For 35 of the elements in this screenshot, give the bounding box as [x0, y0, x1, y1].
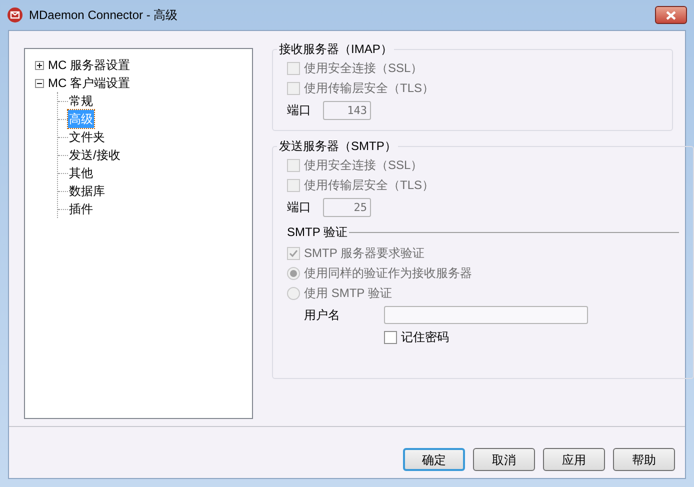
window-title: MDaemon Connector - 高级 [29, 7, 179, 24]
group-title: 发送服务器（SMTP） [278, 138, 398, 155]
checkbox-label: 使用安全连接（SSL） [304, 60, 423, 77]
dialog-button[interactable]: 取消 [473, 448, 535, 471]
port-label: 端口 [287, 102, 311, 119]
close-button[interactable] [655, 6, 687, 24]
close-icon [666, 10, 676, 20]
tree-item[interactable]: 常规 [68, 92, 94, 110]
dialog-button[interactable]: 帮助 [613, 448, 675, 471]
tree-item[interactable]: 插件 [68, 200, 94, 218]
tree-item[interactable]: MC 客户端设置 [47, 74, 131, 92]
section-title: SMTP 验证 [287, 224, 348, 241]
checkbox-label: 使用安全连接（SSL） [304, 157, 423, 174]
group-title: 接收服务器（IMAP） [278, 41, 394, 58]
username-label: 用户名 [304, 307, 341, 324]
check-icon [289, 248, 298, 258]
tree-item[interactable]: 其他 [68, 164, 94, 182]
tree-item[interactable]: 发送/接收 [68, 146, 122, 164]
radio-label: 使用 SMTP 验证 [304, 285, 392, 302]
port-label: 端口 [287, 199, 311, 216]
collapse-icon[interactable] [35, 78, 44, 88]
radio-label: 使用同样的验证作为接收服务器 [304, 265, 472, 282]
checkbox[interactable] [384, 330, 397, 344]
checkbox-label: 记住密码 [401, 329, 449, 346]
expand-icon[interactable] [35, 60, 44, 70]
tree-item[interactable]: MC 服务器设置 [47, 56, 131, 74]
checkbox-label: 使用传输层安全（TLS） [304, 80, 434, 97]
envelope-logo-icon [7, 7, 23, 23]
checkbox-label: SMTP 服务器要求验证 [304, 245, 424, 262]
tree-item[interactable]: 数据库 [68, 182, 106, 200]
dialog-button[interactable]: 确定 [403, 448, 465, 471]
tree-item[interactable]: 文件夹 [68, 128, 106, 146]
checkbox-label: 使用传输层安全（TLS） [304, 177, 434, 194]
dialog-button[interactable]: 应用 [543, 448, 605, 471]
username-field[interactable] [384, 306, 588, 324]
